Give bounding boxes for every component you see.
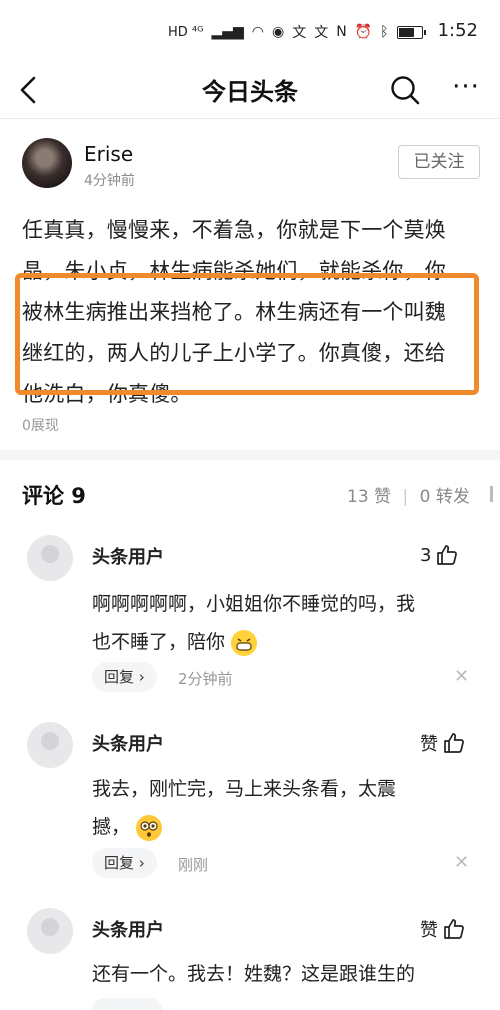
reply-button[interactable]: 回复 ›: [92, 662, 157, 692]
section-divider: [0, 450, 500, 460]
likes-count[interactable]: 13 赞: [347, 487, 391, 507]
grin-face-icon: [236, 637, 252, 651]
reply-button-partial[interactable]: [92, 998, 162, 1010]
comment-line: 我去，刚忙完，马上来头条看，太震: [92, 778, 397, 800]
network-indicator: HD ⁴ᴳ: [168, 24, 204, 40]
app-icon: 文: [314, 25, 329, 41]
commenter-avatar[interactable]: [27, 722, 73, 768]
dismiss-close-icon[interactable]: ✕: [454, 666, 469, 687]
battery-fill: [398, 27, 414, 37]
comment-line: 撼，: [92, 808, 467, 846]
grin-emoji-icon: [231, 629, 258, 656]
author-name[interactable]: Erise: [84, 142, 133, 166]
comment-like-label: 赞: [420, 920, 438, 941]
comment-like-button[interactable]: 赞: [420, 916, 466, 942]
thumbs-up-icon: [444, 733, 464, 753]
nfc-icon: N: [336, 24, 347, 40]
dismiss-close-icon[interactable]: ✕: [454, 852, 469, 873]
commenter-avatar[interactable]: [27, 908, 73, 954]
bluetooth-icon: ᛒ: [380, 24, 389, 40]
wechat-icon: ◉: [272, 24, 285, 40]
shocked-emoji-icon: [136, 814, 163, 841]
status-bar: HD ⁴ᴳ ▂▄▆ ◠ ◉ 文 文 N ⏰ ᛒ 1:52: [0, 0, 500, 70]
scroll-indicator: [490, 486, 493, 502]
post-line: 任真真，慢慢来，不着急，你就是下一个莫焕: [22, 218, 446, 242]
comment-time: 2分钟前: [178, 670, 233, 688]
view-count: 0展现: [22, 418, 59, 434]
comment-like-label: 赞: [420, 734, 438, 755]
commenter-name[interactable]: 头条用户: [92, 916, 164, 942]
commenter-name[interactable]: 头条用户: [92, 543, 164, 569]
follow-button[interactable]: 已关注: [398, 145, 480, 179]
comment-time: 刚刚: [178, 856, 209, 874]
comment-text: 还有一个。我去！姓魏？这是跟谁生的: [92, 955, 467, 993]
stats-separator: |: [402, 487, 409, 507]
comment-text: 啊啊啊啊啊，小姐姐你不睡觉的吗，我 也不睡了，陪你: [92, 585, 467, 661]
wifi-icon: ◠: [251, 24, 265, 40]
reply-button[interactable]: 回复 ›: [92, 848, 157, 878]
status-time: 1:52: [437, 20, 478, 41]
comment-like-count: 3: [420, 544, 432, 566]
search-button[interactable]: [388, 73, 422, 107]
commenter-name[interactable]: 头条用户: [92, 730, 164, 756]
status-indicators: HD ⁴ᴳ ▂▄▆ ◠ ◉ 文 文 N ⏰ ᛒ: [168, 22, 426, 42]
alarm-icon: ⏰: [354, 24, 373, 40]
app-icon: 文: [292, 25, 307, 41]
thumbs-up-icon: [437, 545, 458, 565]
nav-divider: [0, 118, 500, 119]
comment-line-text: 也不睡了，陪你: [92, 631, 226, 653]
shares-count[interactable]: 0 转发: [420, 487, 470, 507]
comment-text: 我去，刚忙完，马上来头条看，太震 撼，: [92, 770, 467, 846]
commenter-avatar[interactable]: [27, 535, 73, 581]
more-icon: ···: [452, 72, 480, 102]
comment-like-button[interactable]: 赞: [420, 730, 466, 756]
battery-icon: [396, 25, 426, 39]
signal-icon: ▂▄▆: [211, 24, 244, 40]
search-icon: [391, 76, 420, 105]
post-stats: 13 赞 | 0 转发: [347, 482, 470, 507]
comment-line: 啊啊啊啊啊，小姐姐你不睡觉的吗，我: [92, 593, 416, 615]
comment-line: 也不睡了，陪你: [92, 623, 467, 661]
comments-title: 评论 9: [22, 484, 86, 508]
more-options-button[interactable]: ···: [446, 74, 486, 104]
dizzy-face-icon: [140, 820, 158, 837]
comment-line: 还有一个。我去！姓魏？这是跟谁生的: [92, 963, 416, 985]
highlight-box: [15, 273, 479, 395]
thumbs-up-icon: [444, 919, 464, 939]
comment-like-button[interactable]: 3: [420, 543, 459, 567]
page-title: 今日头条: [202, 78, 298, 106]
comment-line-text: 撼，: [92, 816, 131, 838]
author-avatar[interactable]: [22, 138, 72, 188]
post-time: 4分钟前: [84, 173, 135, 189]
